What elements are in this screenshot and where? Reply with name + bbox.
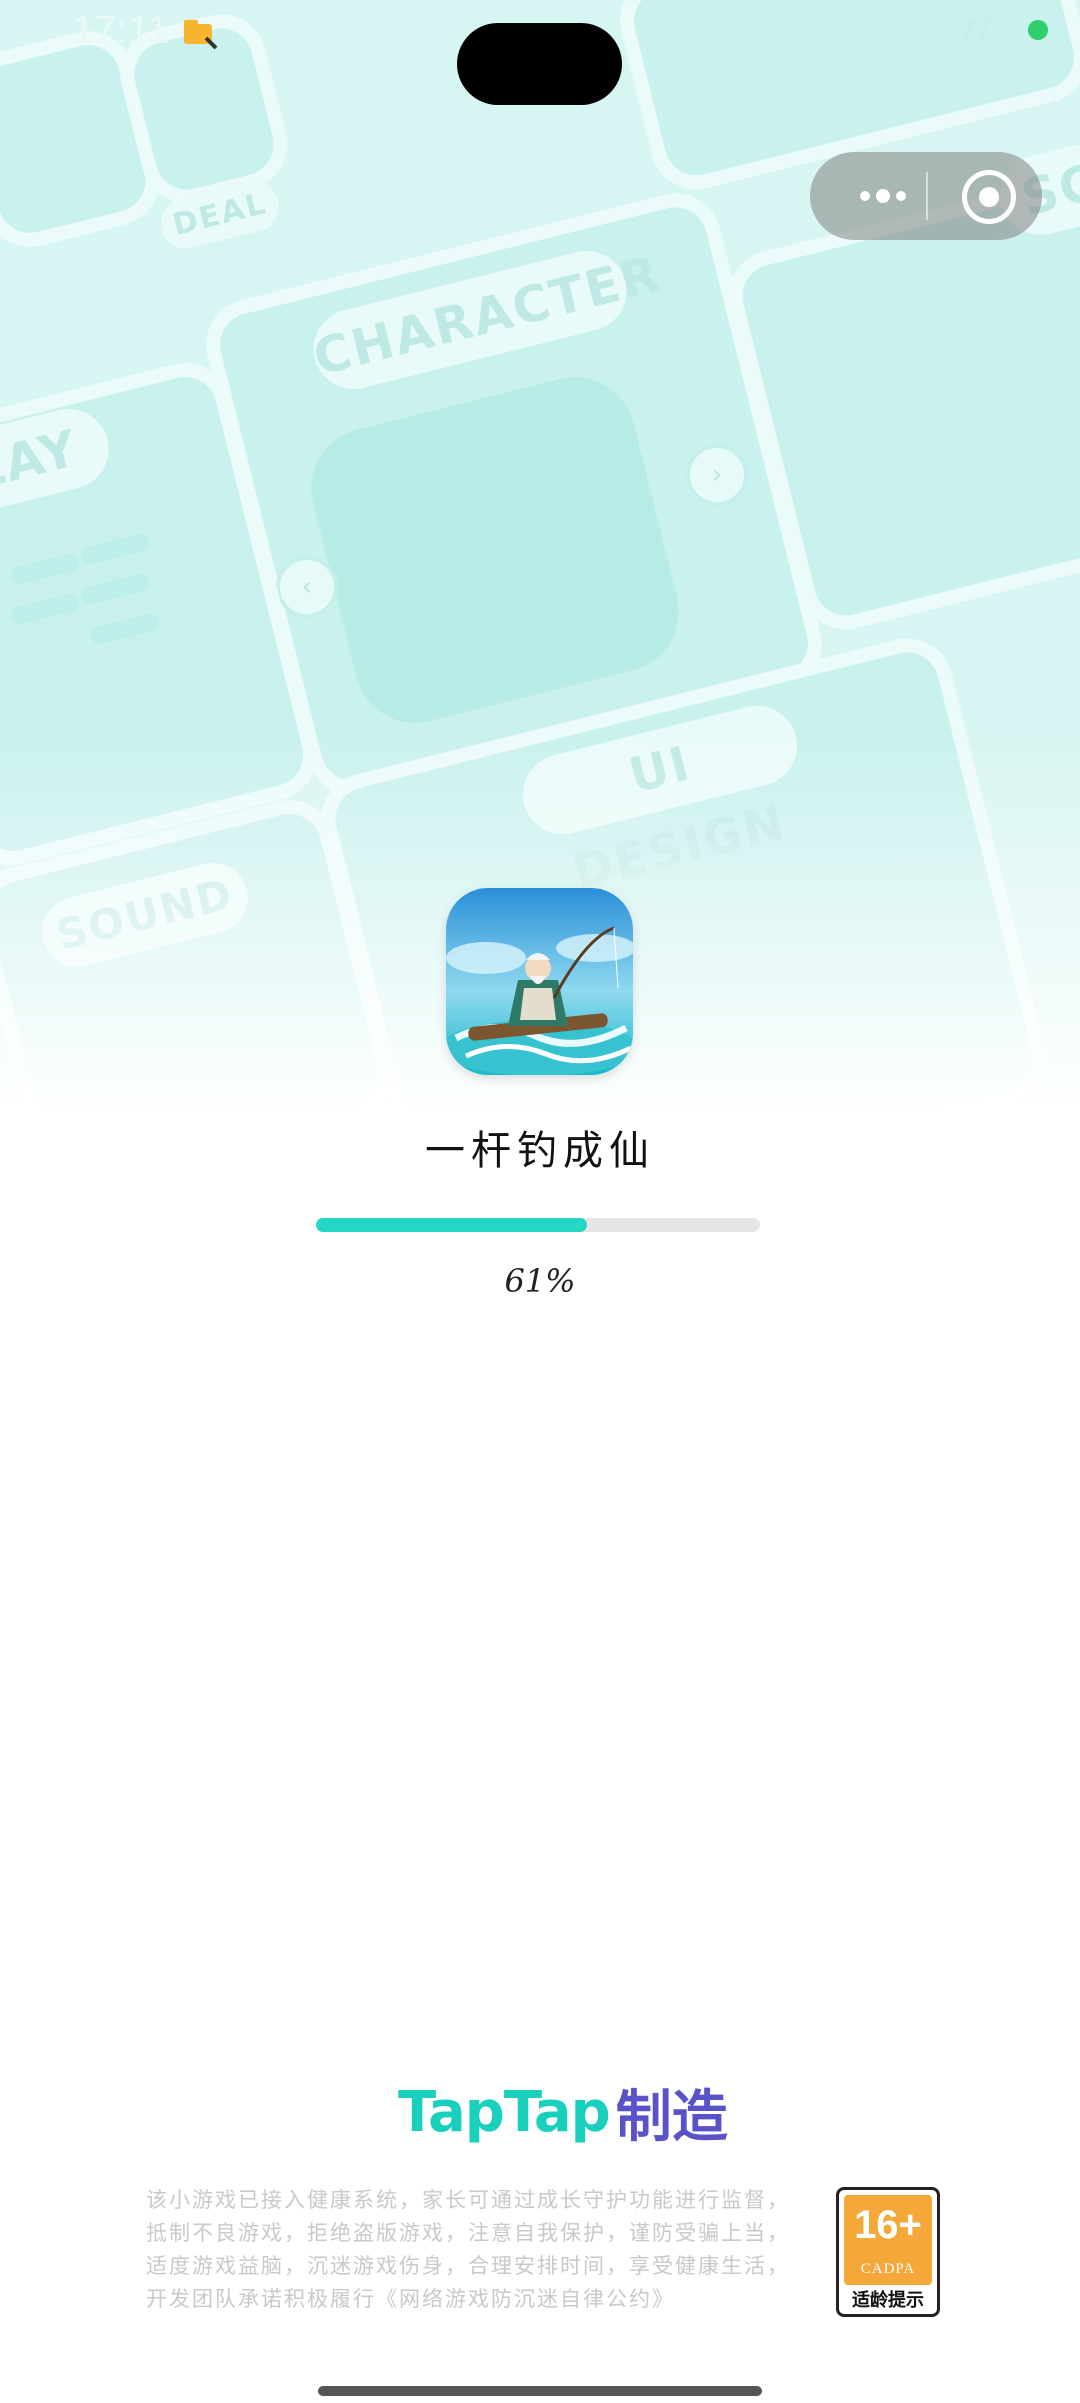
age-rating-badge: 16+ CADPA 适龄提示 (836, 2187, 940, 2317)
taptap-logo-word: TapTap (398, 2080, 611, 2145)
loading-progress-bar (316, 1218, 760, 1232)
taptap-logo: TapTap 制造 (398, 2072, 728, 2150)
bg-card-sound (0, 790, 403, 1150)
more-dots-icon[interactable] (840, 152, 924, 240)
game-icon (446, 888, 633, 1075)
home-indicator[interactable] (318, 2386, 762, 2396)
notice-line: 抵制不良游戏，拒绝盗版游戏，注意自我保护，谨防受骗上当， (146, 2221, 790, 2245)
status-dot (1028, 20, 1048, 40)
notice-line: 开发团队承诺积极履行《网络游戏防沉迷自律公约》 (146, 2287, 675, 2311)
age-rating-label: 适龄提示 (852, 2290, 924, 2311)
capsule-divider (926, 172, 928, 220)
taptap-logo-cn: 制造 (615, 2085, 728, 2150)
game-title: 一杆钓成仙 (425, 1128, 655, 1174)
camera-notch (457, 23, 622, 105)
bg-arrow-left-icon: ‹ (276, 556, 338, 618)
notice-line: 适度游戏益脑，沉迷游戏伤身，合理安排时间，享受健康生活， (146, 2254, 790, 2278)
loading-progress-text: 61% (504, 1262, 576, 1300)
age-rating-panel: 16+ CADPA (844, 2195, 932, 2285)
loading-progress-fill (316, 1218, 587, 1232)
bg-label-sound: SOUND (34, 855, 256, 975)
notice-line: 该小游戏已接入健康系统，家长可通过成长守护功能进行监督， (146, 2188, 790, 2212)
bg-arrow-right-icon: › (686, 444, 748, 506)
age-rating-org: CADPA (860, 2261, 916, 2277)
health-notice: 该小游戏已接入健康系统，家长可通过成长守护功能进行监督， 抵制不良游戏，拒绝盗版… (146, 2184, 806, 2316)
status-indicator-text: 77 (960, 14, 992, 45)
target-close-icon[interactable] (962, 170, 1016, 224)
capsule-menu (810, 152, 1042, 240)
status-time: 17:11 (72, 8, 170, 52)
folder-icon (184, 20, 218, 50)
age-rating-number: 16+ (854, 2203, 922, 2247)
